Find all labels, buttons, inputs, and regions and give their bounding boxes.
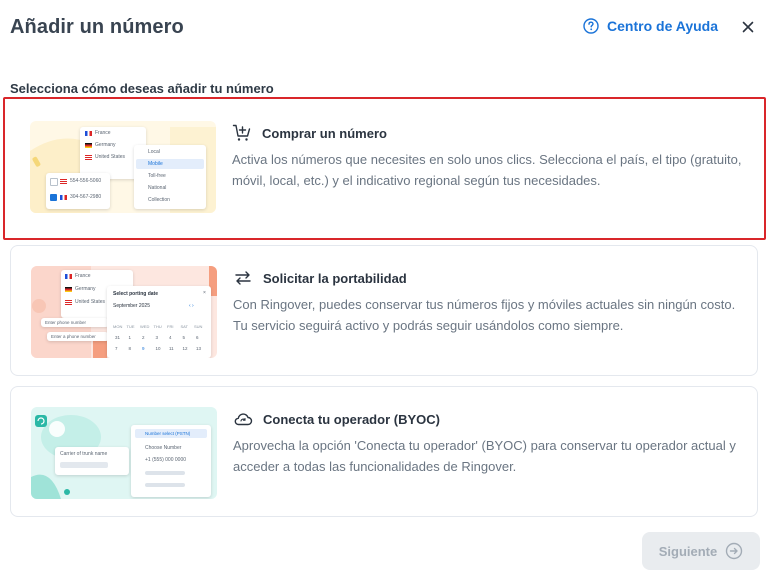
calendar-weekday: THU bbox=[153, 324, 162, 329]
arrow-right-circle-icon bbox=[726, 542, 743, 560]
calendar-day: 9 bbox=[142, 346, 145, 351]
calendar-weekday: SUN bbox=[194, 324, 203, 329]
calendar-day: 6 bbox=[196, 335, 199, 340]
calendar-day: 3 bbox=[155, 335, 159, 340]
option-title: Solicitar la portabilidad bbox=[263, 270, 407, 286]
choose-number-item: Choose Number bbox=[145, 445, 182, 451]
option-buy-number[interactable]: France Germany United States Local Mobil… bbox=[3, 97, 766, 240]
number-select-title: Number select (PSTN) bbox=[145, 431, 191, 436]
porting-illustration: France Germany United States Enter phone… bbox=[31, 266, 217, 358]
help-circle-icon bbox=[583, 18, 599, 34]
number-option-1: 554-556-5060 bbox=[70, 178, 102, 184]
type-national: National bbox=[148, 185, 167, 191]
calendar-day: 8 bbox=[128, 346, 132, 351]
calendar-title: Select porting date bbox=[113, 291, 159, 297]
phone-field-2: Enter a phone number bbox=[51, 334, 96, 339]
type-collection: Collection bbox=[148, 197, 170, 203]
calendar-month: September 2025 bbox=[113, 303, 150, 309]
option-byoc[interactable]: Carrier of trunk name Number select (PST… bbox=[10, 386, 758, 517]
number-option-2: 304-567-2980 bbox=[70, 194, 102, 200]
option-description: Aprovecha la opción 'Conecta tu operador… bbox=[233, 438, 736, 474]
help-center-label: Centro de Ayuda bbox=[607, 18, 718, 34]
option-port-number-header: Solicitar la portabilidad bbox=[233, 268, 407, 288]
dialog-header: Añadir un número Centro de Ayuda bbox=[10, 14, 758, 42]
number-item: +1 (555) 000 0000 bbox=[145, 457, 187, 463]
carrier-field-label: Carrier of trunk name bbox=[60, 451, 108, 457]
calendar-day: 31 bbox=[115, 335, 121, 340]
option-title: Comprar un número bbox=[262, 125, 387, 141]
type-mobile: Mobile bbox=[148, 161, 163, 167]
option-buy-number-header: Comprar un número bbox=[232, 123, 387, 143]
country-germany: Germany bbox=[75, 286, 96, 292]
calendar-weekday: SAT bbox=[180, 324, 188, 329]
cloud-sync-icon bbox=[234, 413, 253, 426]
country-germany: Germany bbox=[95, 142, 116, 148]
next-button[interactable]: Siguiente bbox=[642, 532, 760, 570]
calendar-day: 1 bbox=[128, 335, 132, 340]
section-subtitle: Selecciona cómo deseas añadir tu número bbox=[10, 81, 274, 96]
calendar-day: 7 bbox=[115, 346, 118, 351]
phone-field-1: Enter phone number bbox=[45, 320, 87, 325]
option-description: Con Ringover, puedes conservar tus númer… bbox=[233, 297, 736, 333]
option-title: Conecta tu operador (BYOC) bbox=[263, 411, 440, 427]
type-local: Local bbox=[148, 149, 160, 155]
country-us: United States bbox=[95, 154, 126, 160]
type-tollfree: Toll-free bbox=[148, 173, 166, 179]
help-center-link[interactable]: Centro de Ayuda bbox=[583, 18, 718, 34]
option-byoc-header: Conecta tu operador (BYOC) bbox=[233, 409, 440, 429]
calendar-day: 2 bbox=[142, 335, 145, 340]
close-icon[interactable] bbox=[738, 17, 758, 37]
calendar-day: 5 bbox=[182, 335, 186, 340]
calendar-weekday: WED bbox=[140, 324, 150, 329]
swap-arrows-icon bbox=[235, 271, 251, 285]
calendar-day: 10 bbox=[155, 346, 161, 351]
country-us: United States bbox=[75, 299, 106, 305]
byoc-illustration: Carrier of trunk name Number select (PST… bbox=[31, 407, 217, 499]
country-france: France bbox=[95, 130, 111, 136]
calendar-weekday: MON bbox=[113, 324, 123, 329]
option-description: Activa los números que necesites en solo… bbox=[232, 152, 742, 188]
dialog-title: Añadir un número bbox=[10, 16, 184, 38]
cart-plus-icon bbox=[232, 124, 251, 141]
calendar-weekday: FRI bbox=[167, 324, 174, 329]
next-button-label: Siguiente bbox=[658, 543, 718, 559]
calendar-day: 13 bbox=[196, 346, 202, 351]
country-france: France bbox=[75, 273, 91, 279]
calendar-day: 4 bbox=[169, 335, 172, 340]
calendar-day: 12 bbox=[182, 346, 188, 351]
option-port-number[interactable]: France Germany United States Enter phone… bbox=[10, 245, 758, 376]
buy-number-illustration: France Germany United States Local Mobil… bbox=[30, 121, 216, 213]
calendar-weekday: TUE bbox=[126, 324, 135, 329]
calendar-day: 11 bbox=[169, 346, 174, 351]
